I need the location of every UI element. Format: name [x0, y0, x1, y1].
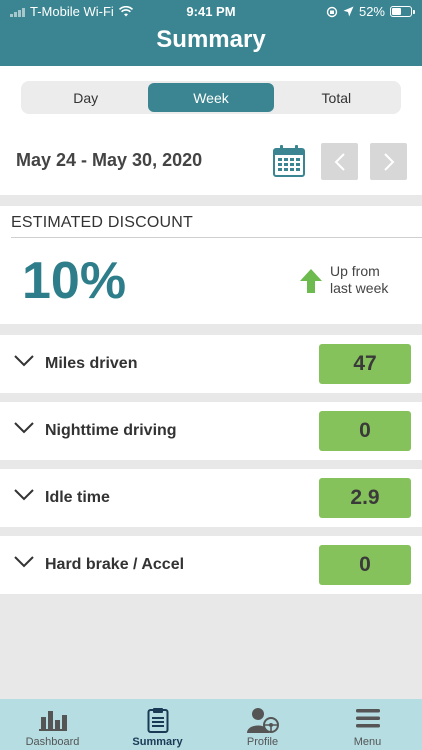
status-bar: T-Mobile Wi-Fi 9:41 PM 52% — [0, 0, 422, 22]
divider — [11, 237, 422, 238]
period-segmented-control: Day Week Total — [21, 81, 401, 114]
location-icon — [343, 6, 354, 17]
tab-week[interactable]: Week — [148, 83, 274, 112]
metric-label: Nighttime driving — [45, 422, 177, 439]
metric-value: 0 — [319, 411, 411, 451]
chevron-left-icon — [334, 152, 345, 171]
tab-menu[interactable]: Menu — [315, 699, 420, 750]
bar-chart-icon — [38, 711, 67, 731]
orientation-lock-icon — [326, 6, 338, 17]
metric-label: Idle time — [45, 489, 110, 506]
metric-row-idle-time[interactable]: Idle time 2.9 — [0, 469, 422, 527]
menu-icon — [355, 709, 380, 728]
chevron-right-icon — [383, 152, 394, 171]
discount-card: ESTIMATED DISCOUNT 10% Up from last week — [0, 206, 422, 324]
next-week-button[interactable] — [370, 143, 407, 180]
tab-label: Profile — [246, 736, 279, 748]
discount-trend-line1: Up from — [330, 263, 380, 279]
chevron-down-icon — [14, 556, 34, 568]
metric-value: 0 — [319, 545, 411, 585]
date-range: May 24 - May 30, 2020 — [16, 150, 203, 170]
metric-row-miles-driven[interactable]: Miles driven 47 — [0, 335, 422, 393]
battery-icon — [390, 6, 415, 17]
discount-label: ESTIMATED DISCOUNT — [11, 214, 193, 231]
chevron-down-icon — [14, 422, 34, 434]
discount-trend-line2: last week — [330, 280, 389, 296]
tab-label: Menu — [353, 736, 382, 748]
metric-row-hard-brake-accel[interactable]: Hard brake / Accel 0 — [0, 536, 422, 594]
discount-value: 10% — [22, 252, 127, 310]
chevron-down-icon — [14, 489, 34, 501]
clipboard-icon — [147, 708, 168, 733]
bottom-tab-bar: Dashboard Summary Profile Menu — [0, 699, 422, 750]
discount-trend: Up from last week — [330, 263, 388, 297]
metric-value: 47 — [319, 344, 411, 384]
metric-row-nighttime-driving[interactable]: Nighttime driving 0 — [0, 402, 422, 460]
metric-label: Hard brake / Accel — [45, 556, 185, 573]
tab-label: Summary — [132, 736, 183, 748]
chevron-down-icon — [14, 355, 34, 367]
tab-day[interactable]: Day — [23, 83, 148, 112]
page-title: Summary — [156, 26, 266, 53]
metric-value: 2.9 — [319, 478, 411, 518]
tab-label: Dashboard — [25, 736, 80, 748]
app-header: T-Mobile Wi-Fi 9:41 PM 52% Summary — [0, 0, 422, 66]
driver-icon — [246, 708, 279, 733]
calendar-icon — [273, 145, 305, 177]
tab-summary[interactable]: Summary — [105, 699, 210, 750]
tab-dashboard[interactable]: Dashboard — [0, 699, 105, 750]
calendar-button[interactable] — [272, 144, 308, 180]
arrow-up-icon — [300, 269, 322, 293]
tab-profile[interactable]: Profile — [210, 699, 315, 750]
tab-total[interactable]: Total — [274, 83, 399, 112]
previous-week-button[interactable] — [321, 143, 358, 180]
metric-label: Miles driven — [45, 355, 138, 372]
battery-percent: 52% — [358, 4, 385, 19]
period-card: Day Week Total May 24 - May 30, 2020 — [0, 66, 422, 195]
